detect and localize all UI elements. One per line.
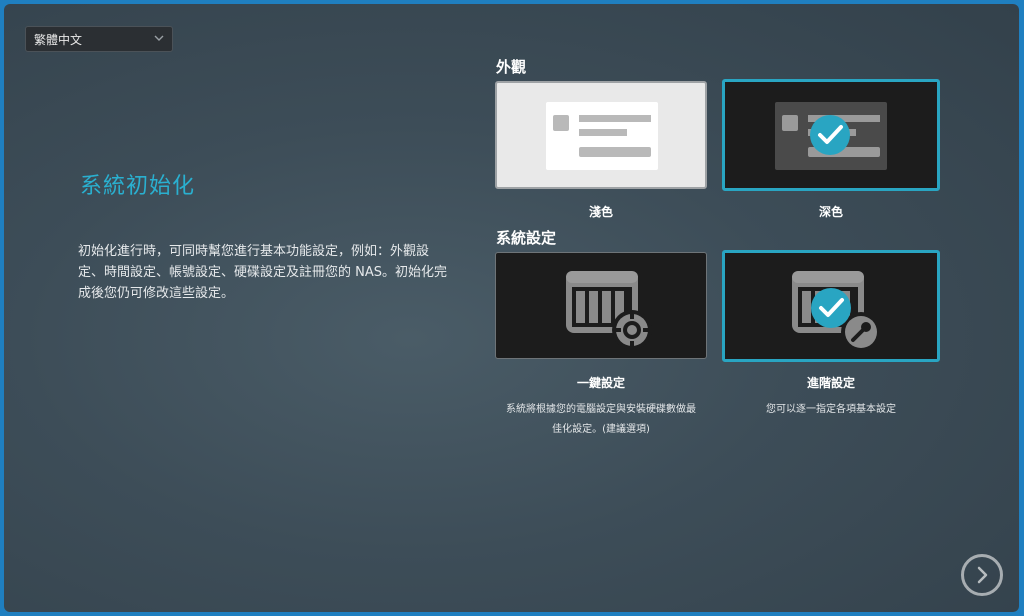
setup-window: 繁體中文 系統初始化 初始化進行時，可同時幫您進行基本功能設定，例如：外觀設定、…	[4, 4, 1019, 612]
appearance-light-card[interactable]	[495, 81, 707, 189]
chevron-down-icon	[154, 35, 164, 41]
nas-wrench-icon	[792, 271, 881, 352]
check-circle-icon	[810, 115, 850, 155]
quick-setup-description: 系統將根據您的電腦設定與安裝硬碟數做最 佳化設定。(建議選項)	[506, 404, 696, 435]
advanced-setup-description: 您可以逐一指定各項基本設定	[766, 404, 896, 415]
appearance-light-label: 淺色	[588, 205, 613, 219]
appearance-dark-card[interactable]	[722, 79, 940, 191]
system-settings-label: 系統設定	[496, 229, 557, 247]
language-select-value: 繁體中文	[34, 32, 83, 47]
page-description: 初始化進行時，可同時幫您進行基本功能設定，例如：外觀設定、時間設定、帳號設定、硬…	[78, 244, 448, 301]
dark-theme-preview-icon	[775, 102, 887, 170]
advanced-setup-card[interactable]	[722, 250, 940, 362]
nas-gear-icon	[566, 271, 652, 350]
quick-setup-label: 一鍵設定	[576, 376, 625, 390]
light-theme-preview-icon	[546, 102, 658, 170]
check-circle-icon	[811, 288, 851, 328]
page-title: 系統初始化	[80, 174, 196, 199]
appearance-dark-label: 深色	[818, 205, 843, 219]
language-select[interactable]: 繁體中文	[25, 26, 173, 52]
chevron-right-icon	[977, 566, 988, 584]
advanced-setup-label: 進階設定	[806, 376, 855, 390]
quick-setup-card[interactable]	[495, 252, 707, 359]
appearance-label: 外觀	[496, 58, 527, 76]
next-button[interactable]	[961, 554, 1003, 596]
